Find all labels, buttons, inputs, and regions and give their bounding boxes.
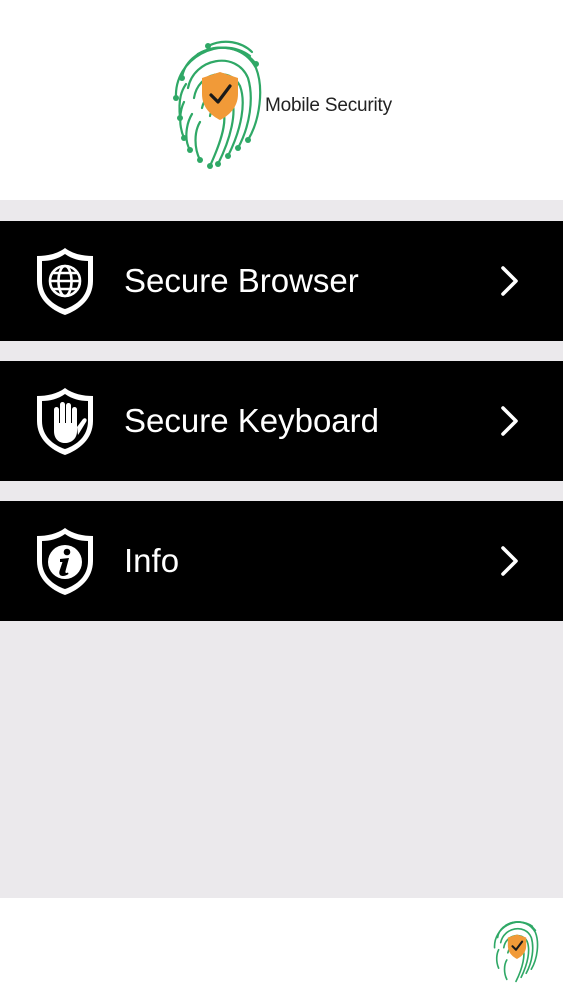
chevron-right-icon bbox=[501, 406, 518, 436]
app-header: Mobile Security bbox=[0, 0, 563, 200]
menu-item-label: Secure Keyboard bbox=[124, 402, 379, 439]
app-footer bbox=[0, 898, 563, 1000]
main-content: Secure Browser Secure Keyboard Info bbox=[0, 200, 563, 898]
shield-hand-icon bbox=[37, 388, 93, 455]
app-logo: Mobile Security bbox=[168, 28, 398, 173]
menu-item-secure-keyboard[interactable]: Secure Keyboard bbox=[0, 361, 563, 481]
chevron-right-icon bbox=[501, 266, 518, 296]
shield-globe-icon bbox=[37, 248, 93, 315]
shield-info-icon bbox=[37, 528, 93, 595]
menu-item-info[interactable]: Info bbox=[0, 501, 563, 621]
brand-name: Mobile Security bbox=[265, 95, 392, 116]
menu-item-label: Secure Browser bbox=[124, 262, 359, 299]
chevron-right-icon bbox=[501, 546, 518, 576]
fingerprint-logo-icon bbox=[493, 921, 539, 983]
menu-item-secure-browser[interactable]: Secure Browser bbox=[0, 221, 563, 341]
fingerprint-logo-icon bbox=[173, 40, 262, 169]
menu-item-label: Info bbox=[124, 542, 180, 579]
